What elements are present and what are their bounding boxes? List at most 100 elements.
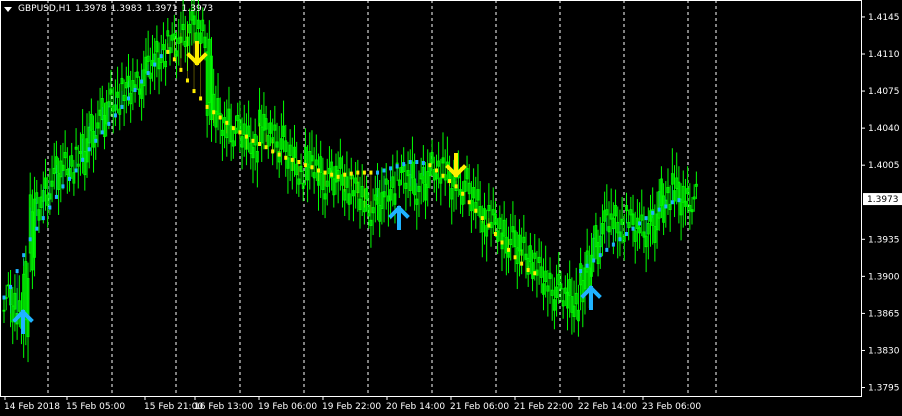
time-label: 19 Feb 22:00 bbox=[322, 402, 381, 412]
down-trend-line-point bbox=[264, 145, 268, 150]
down-trend-line-point bbox=[172, 57, 176, 62]
up-trend-line-point bbox=[638, 221, 642, 226]
price-label: 1.3830 bbox=[868, 346, 900, 356]
up-trend-line-point bbox=[624, 232, 628, 236]
down-trend-line-point bbox=[179, 67, 183, 72]
time-label: 14 Feb 2018 bbox=[4, 402, 60, 412]
down-trend-line-point bbox=[310, 165, 314, 170]
down-trend-line-point bbox=[480, 216, 484, 221]
up-trend-line-point bbox=[74, 168, 78, 173]
chart-window[interactable]: 14 Feb 2018 15 Feb 05:00 15 Feb 21:00 16 Fe… bbox=[0, 0, 902, 416]
time-label: 16 Feb 13:00 bbox=[194, 402, 253, 412]
up-trend-line-point bbox=[618, 237, 622, 242]
time-label: 22 Feb 14:00 bbox=[578, 402, 637, 412]
up-trend-line-point bbox=[670, 200, 674, 205]
up-trend-line-point bbox=[107, 121, 111, 126]
down-trend-line-point bbox=[290, 157, 294, 162]
current-price-label: 1.3973 bbox=[867, 195, 899, 205]
time-label: 21 Feb 22:00 bbox=[514, 402, 573, 412]
down-trend-line-point bbox=[441, 173, 445, 178]
up-trend-line-point bbox=[28, 237, 32, 242]
price-label: 1.4005 bbox=[868, 161, 900, 171]
down-trend-line-point bbox=[212, 110, 216, 115]
up-trend-line-point bbox=[677, 198, 681, 203]
down-trend-line-point bbox=[467, 200, 471, 205]
down-trend-line-point bbox=[428, 163, 432, 168]
down-trend-line-point bbox=[258, 142, 262, 146]
down-trend-line-point bbox=[487, 223, 491, 228]
buy-arrow-icon bbox=[388, 205, 410, 230]
down-trend-line-point bbox=[513, 255, 517, 260]
symbol-name: GBPUSD,H1 bbox=[18, 4, 72, 14]
down-trend-line-point bbox=[507, 247, 511, 252]
symbol-header: GBPUSD,H1 1.3978 1.3983 1.3971 1.3973 bbox=[4, 3, 213, 15]
time-label: 15 Feb 05:00 bbox=[66, 402, 125, 412]
high-price: 1.3983 bbox=[110, 4, 143, 14]
down-trend-line-point bbox=[244, 134, 248, 139]
up-trend-line-point bbox=[68, 176, 72, 181]
up-trend-line-point bbox=[408, 160, 412, 164]
time-label: 19 Feb 06:00 bbox=[258, 402, 317, 412]
up-trend-line-point bbox=[94, 138, 98, 143]
down-trend-line-point bbox=[343, 172, 347, 177]
up-trend-line-point bbox=[35, 226, 39, 231]
down-trend-line-point bbox=[520, 261, 524, 266]
up-trend-line-point bbox=[605, 247, 609, 252]
up-trend-line-point bbox=[585, 263, 589, 268]
price-label: 1.3865 bbox=[868, 309, 900, 319]
down-trend-line-point bbox=[533, 271, 537, 276]
up-trend-line-point bbox=[22, 253, 26, 258]
up-trend-line-point bbox=[120, 104, 124, 109]
down-trend-line-point bbox=[284, 155, 288, 160]
plot-frame bbox=[0, 0, 862, 397]
down-trend-line-point bbox=[493, 232, 497, 236]
up-trend-line-point bbox=[592, 258, 596, 263]
up-trend-line-point bbox=[657, 207, 661, 212]
down-trend-line-point bbox=[336, 174, 340, 179]
up-trend-line-point bbox=[61, 184, 65, 189]
sell-arrow-icon bbox=[445, 153, 467, 178]
down-trend-line-point bbox=[454, 184, 458, 189]
up-trend-line-point bbox=[2, 295, 6, 300]
up-trend-line-point bbox=[153, 62, 157, 67]
down-trend-line-point bbox=[297, 160, 301, 164]
down-trend-line-point bbox=[231, 126, 235, 131]
up-trend-line-point bbox=[611, 242, 615, 247]
up-trend-line-point bbox=[631, 226, 635, 231]
price-label: 1.3795 bbox=[868, 384, 900, 394]
up-trend-line-point bbox=[87, 147, 91, 152]
down-trend-line-point bbox=[526, 268, 530, 272]
down-trend-line-point bbox=[448, 179, 452, 184]
price-chart[interactable]: 14 Feb 2018 15 Feb 05:00 15 Feb 21:0016 Fe… bbox=[0, 0, 902, 416]
up-trend-line-point bbox=[133, 88, 137, 92]
down-trend-line-point bbox=[317, 168, 321, 173]
time-label: 23 Feb 06:00 bbox=[642, 402, 701, 412]
time-label: 20 Feb 14:00 bbox=[386, 402, 445, 412]
up-trend-line-point bbox=[54, 194, 58, 199]
price-label: 1.4040 bbox=[868, 124, 900, 134]
down-trend-line-point bbox=[225, 120, 229, 125]
up-trend-line-point bbox=[579, 269, 583, 274]
collapse-triangle-icon[interactable] bbox=[4, 6, 12, 12]
up-trend-line-point bbox=[48, 205, 52, 210]
up-trend-line-point bbox=[644, 216, 648, 221]
down-trend-line-point bbox=[323, 170, 327, 175]
price-label: 1.4145 bbox=[868, 13, 900, 23]
down-trend-line-point bbox=[474, 208, 478, 213]
close-price: 1.3973 bbox=[181, 4, 214, 14]
low-price: 1.3971 bbox=[146, 4, 178, 14]
price-label: 1.4110 bbox=[868, 50, 900, 60]
up-trend-line-point bbox=[15, 269, 19, 274]
up-trend-line-point bbox=[146, 71, 150, 76]
down-trend-line-point bbox=[199, 96, 203, 101]
up-trend-line-point bbox=[140, 79, 144, 84]
down-trend-line-point bbox=[356, 170, 360, 175]
down-trend-line-point bbox=[303, 163, 307, 168]
up-trend-line-point bbox=[664, 204, 668, 209]
up-trend-line-point bbox=[395, 164, 399, 169]
down-trend-line-point bbox=[185, 78, 189, 83]
down-trend-line-point bbox=[330, 172, 334, 177]
up-trend-line-point bbox=[651, 210, 655, 215]
up-trend-line-point bbox=[389, 166, 393, 171]
down-trend-line-point bbox=[362, 170, 366, 175]
